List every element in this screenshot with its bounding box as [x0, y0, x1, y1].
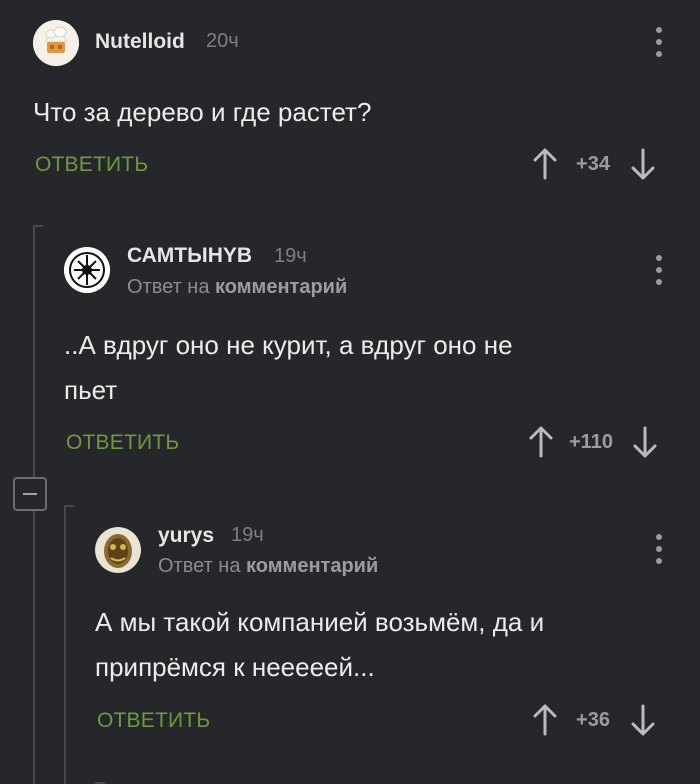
- reply-to-prefix: Ответ на: [127, 276, 210, 298]
- reply-to-link[interactable]: комментарий: [215, 276, 347, 298]
- avatar-nutelloid-icon: [33, 20, 79, 66]
- reply-to-prefix: Ответ на: [158, 555, 241, 577]
- comment-text: А мы такой компанией возьмём, да и припр…: [95, 600, 544, 690]
- more-options-icon[interactable]: [654, 27, 664, 57]
- comment-text-line: пьет: [64, 375, 118, 405]
- comment-author[interactable]: yurys: [158, 524, 214, 548]
- avatar[interactable]: [95, 527, 141, 573]
- avatar[interactable]: [64, 247, 110, 293]
- upvote-arrow-icon[interactable]: [533, 148, 557, 180]
- comment-time: 20ч: [206, 30, 239, 52]
- thread-line-level2[interactable]: [64, 505, 66, 784]
- comment-author[interactable]: САМТЫНYВ: [127, 244, 252, 268]
- thread-connector-level1: [33, 225, 43, 227]
- comment-thread: Nutelloid 20ч Что за дерево и где растет…: [0, 0, 700, 784]
- reply-button[interactable]: ОТВЕТИТЬ: [97, 709, 210, 733]
- comment-text-line: ..А вдруг оно не курит, а вдруг оно не: [64, 330, 513, 360]
- avatar[interactable]: [33, 20, 79, 66]
- reply-to-label: Ответ на комментарий: [158, 555, 378, 578]
- comment-time: 19ч: [231, 524, 264, 546]
- downvote-arrow-icon[interactable]: [631, 148, 655, 180]
- reply-to-label: Ответ на комментарий: [127, 276, 347, 299]
- comment-time: 19ч: [274, 245, 307, 267]
- reply-button[interactable]: ОТВЕТИТЬ: [35, 153, 148, 177]
- avatar-yurys-icon: [95, 527, 141, 573]
- reply-to-link[interactable]: комментарий: [246, 555, 378, 577]
- reply-button[interactable]: ОТВЕТИТЬ: [66, 431, 179, 455]
- comment-score: +36: [576, 708, 610, 731]
- vote-controls: +36: [533, 704, 655, 736]
- comment-score: +34: [576, 152, 610, 175]
- comment-text: Что за дерево и где растет?: [33, 97, 372, 127]
- more-options-icon[interactable]: [654, 534, 664, 564]
- downvote-arrow-icon[interactable]: [631, 704, 655, 736]
- comment-text: ..А вдруг оно не курит, а вдруг оно не п…: [64, 323, 513, 413]
- comment-text-line: А мы такой компанией возьмём, да и: [95, 607, 545, 637]
- upvote-arrow-icon[interactable]: [533, 704, 557, 736]
- collapse-thread-button[interactable]: [13, 477, 47, 511]
- comment-text-line: припрёмся к нееееей...: [95, 652, 375, 682]
- more-options-icon[interactable]: [654, 255, 664, 285]
- thread-line-level1-lower[interactable]: [33, 511, 35, 784]
- thread-line-level1[interactable]: [33, 225, 35, 477]
- vote-controls: +110: [529, 426, 657, 458]
- thread-connector-level2: [64, 505, 74, 507]
- comment-author[interactable]: Nutelloid: [95, 30, 185, 54]
- vote-controls: +34: [533, 148, 655, 180]
- downvote-arrow-icon[interactable]: [633, 426, 657, 458]
- comment-score: +110: [569, 430, 613, 453]
- upvote-arrow-icon[interactable]: [529, 426, 553, 458]
- avatar-samtyhyb-icon: [64, 247, 110, 293]
